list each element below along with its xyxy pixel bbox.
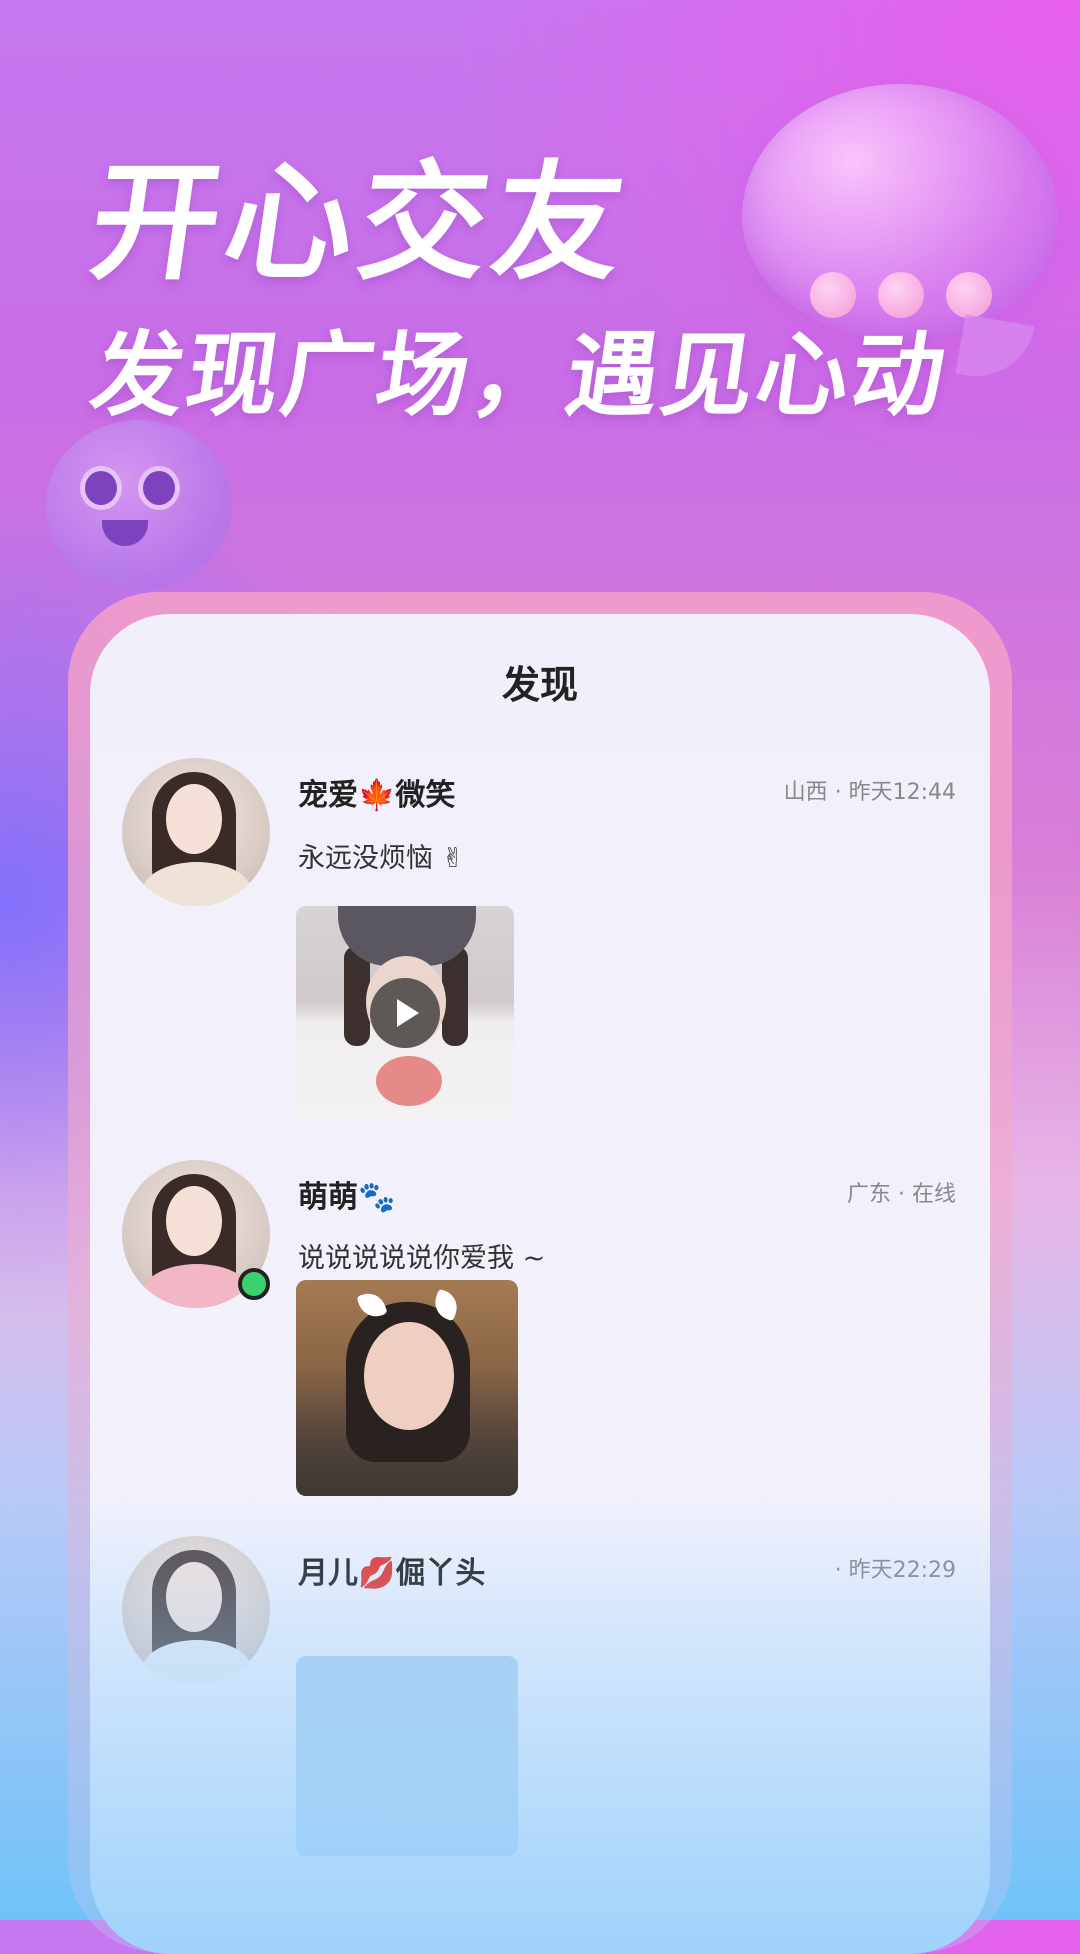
speech-bubble-tail xyxy=(955,314,1035,386)
bubble-dot xyxy=(946,272,992,318)
post-meta: · 昨天22:29 xyxy=(834,1558,956,1583)
mascot-mouth xyxy=(102,520,148,546)
mascot-eye xyxy=(80,466,122,510)
post-username[interactable]: 宠爱🍁微笑 xyxy=(298,770,455,814)
post-meta: 山西 · 昨天12:44 xyxy=(783,780,956,805)
post-video-thumbnail[interactable] xyxy=(296,906,514,1118)
speech-bubble-icon xyxy=(742,84,1058,340)
bubble-dot xyxy=(810,272,856,318)
post-username[interactable]: 萌萌🐾 xyxy=(298,1172,395,1216)
post-text: 永远没烦恼 ✌ xyxy=(298,843,465,874)
discover-screen: 发现 宠爱🍁微笑 山西 · 昨天12:44 永远没烦恼 ✌ 萌萌🐾 广东 · 在… xyxy=(90,614,990,1954)
post-meta: 广东 · 在线 xyxy=(847,1182,956,1207)
avatar[interactable] xyxy=(122,758,270,906)
hero-headline: 开心交友 xyxy=(81,149,639,298)
bubble-dot xyxy=(878,272,924,318)
hero-subheadline: 发现广场，遇见心动 xyxy=(84,322,955,429)
mascot-face-icon xyxy=(46,420,232,590)
post-text: 说说说说说你爱我 ~ xyxy=(298,1243,546,1274)
post-username[interactable]: 月儿💋倔丫头 xyxy=(298,1548,485,1592)
post-photo[interactable] xyxy=(296,1656,518,1856)
online-status-icon xyxy=(238,1268,270,1300)
post-photo[interactable] xyxy=(296,1280,518,1496)
avatar[interactable] xyxy=(122,1536,270,1684)
play-icon[interactable] xyxy=(370,978,440,1048)
page-title: 发现 xyxy=(501,663,578,707)
mascot-eye xyxy=(138,466,180,510)
